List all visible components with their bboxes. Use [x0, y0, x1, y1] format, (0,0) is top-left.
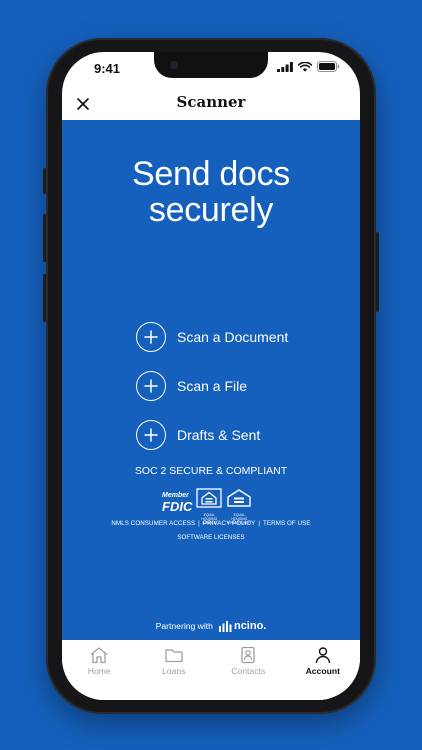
ncino-brand-text: ncino. — [233, 620, 267, 632]
scan-document-button[interactable]: Scan a Document — [136, 320, 288, 354]
phone-power-button — [376, 232, 379, 312]
link-separator: | — [258, 520, 261, 527]
ncino-logo: ncino. — [218, 620, 267, 632]
scanner-panel: Send docs securely Scan a Document Scan … — [62, 120, 360, 640]
tab-contacts[interactable]: Contacts — [211, 640, 286, 700]
tab-account-label: Account — [305, 666, 340, 676]
equal-housing-opportunity-icon — [227, 489, 252, 507]
tab-loans-label: Loans — [162, 666, 186, 676]
status-icons — [277, 61, 340, 72]
tab-home-label: Home — [87, 666, 111, 676]
plus-circle-icon — [136, 371, 166, 401]
plus-circle-icon — [136, 322, 166, 352]
phone-screen: 9:41 Scanner Send docs securely Scan a D… — [62, 52, 360, 700]
app-header: Scanner — [62, 88, 360, 120]
status-time: 9:41 — [94, 61, 121, 76]
tab-loans[interactable]: Loans — [137, 640, 212, 700]
fdic-logo: Member FDIC — [162, 491, 192, 513]
equal-housing-lender-logo: EQUAL HOUSING LENDER — [196, 488, 222, 525]
tab-account[interactable]: Account — [286, 640, 361, 700]
equal-housing-lender-icon — [196, 488, 222, 508]
camera-icon — [170, 61, 178, 69]
tab-contacts-label: Contacts — [231, 666, 266, 676]
battery-icon — [317, 61, 340, 72]
privacy-policy-link[interactable]: PRIVACY POLICY — [203, 520, 255, 527]
bottom-tab-bar: Home Loans Contacts Account — [62, 640, 360, 700]
equal-housing-opportunity-logo: EQUAL HOUSING OPPORTUNITY — [226, 488, 252, 525]
partner-text: Partnering with — [155, 621, 213, 631]
link-separator: | — [198, 520, 200, 527]
drafts-sent-button[interactable]: Drafts & Sent — [136, 418, 260, 452]
compliance-logos: Member FDIC EQUAL HOUSING LENDER EQUAL H… — [162, 488, 272, 525]
scan-file-button[interactable]: Scan a File — [136, 369, 247, 403]
soc-compliance-text: SOC 2 SECURE & COMPLIANT — [134, 465, 288, 477]
nmls-link[interactable]: NMLS CONSUMER ACCESS — [111, 520, 195, 527]
partner-footer: Partnering with ncino. — [62, 620, 360, 632]
phone-notch — [154, 52, 268, 78]
terms-of-use-link[interactable]: TERMS OF USE — [263, 520, 311, 527]
scan-file-label: Scan a File — [177, 378, 248, 394]
signal-icon — [277, 61, 293, 72]
fdic-name-text: FDIC — [162, 499, 193, 514]
drafts-sent-label: Drafts & Sent — [177, 427, 261, 443]
plus-circle-icon — [136, 420, 166, 450]
hero-line-2: securely — [148, 191, 274, 229]
scan-document-label: Scan a Document — [177, 329, 289, 345]
folder-icon — [165, 649, 183, 663]
hero-headline: Send docs securely — [62, 156, 360, 228]
person-icon — [315, 647, 330, 664]
legal-links: NMLS CONSUMER ACCESS | PRIVACY POLICY | TERM… — [62, 520, 360, 527]
page-title: Scanner — [176, 93, 246, 111]
contacts-icon — [241, 646, 255, 664]
tab-home[interactable]: Home — [62, 640, 137, 700]
ncino-bars-icon — [218, 621, 232, 632]
software-licenses-link[interactable]: SOFTWARE LICENSES — [62, 534, 360, 541]
wifi-icon — [298, 61, 312, 72]
app-store-screenshot: 9:41 Scanner Send docs securely Scan a D… — [0, 0, 422, 750]
hero-line-1: Send docs — [132, 155, 290, 193]
home-icon — [90, 647, 108, 664]
